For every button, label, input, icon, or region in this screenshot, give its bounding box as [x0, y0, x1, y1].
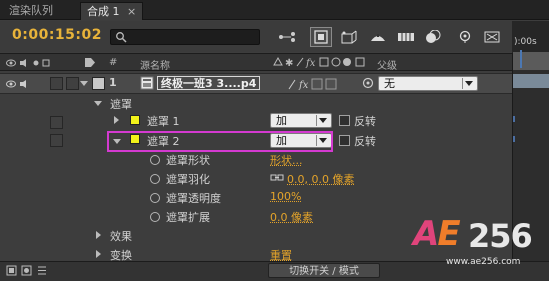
mask-1-mode-value: 加 [276, 114, 287, 127]
layer-expand-chevron-icon[interactable] [80, 81, 88, 86]
stopwatch-icon[interactable] [150, 174, 160, 184]
lock-switch[interactable] [66, 77, 79, 90]
stopwatch-icon[interactable] [150, 193, 160, 203]
work-area-bar[interactable] [513, 52, 549, 70]
keyframe-marker [513, 116, 515, 122]
column-hash: # [109, 57, 118, 68]
parent-dropdown[interactable]: 无 [378, 76, 478, 91]
transform-group-chevron-icon[interactable] [96, 250, 101, 258]
brainstorm-icon[interactable] [482, 27, 504, 47]
mask-shape-label: 遮罩形状 [166, 154, 210, 167]
effects-group-label[interactable]: 效果 [110, 228, 132, 244]
footage-file-icon [140, 76, 154, 90]
svg-text:✱: ✱ [285, 58, 293, 68]
mask-1-name[interactable]: 遮罩 1 [147, 113, 180, 129]
layer-switches-icons[interactable]: fx [285, 78, 353, 90]
search-icon [116, 32, 127, 43]
stopwatch-icon[interactable] [150, 155, 160, 165]
constrain-proportions-link-icon[interactable] [270, 173, 284, 183]
mask-1-expand-chevron-icon[interactable] [114, 116, 119, 124]
layer-visibility-icons[interactable] [6, 79, 32, 89]
watermark-url: www.ae256.com [446, 257, 521, 267]
mask-shape-value[interactable]: 形状... [270, 152, 303, 168]
time-ruler-label: ):00s [514, 37, 537, 47]
toggle-switches-modes-button[interactable]: 切换开关 / 模式 [268, 263, 380, 278]
parent-dropdown-value: 无 [384, 77, 395, 90]
mask-1-lock-box[interactable] [50, 116, 63, 129]
mask-2-selection-highlight [107, 131, 333, 152]
graph-editor-icon[interactable] [455, 27, 477, 47]
mask-feather-value[interactable]: 0.0, 0.0 像素 [287, 171, 354, 187]
bottom-panel-toggle-icons[interactable] [6, 264, 56, 277]
shy-layers-icon[interactable] [367, 27, 389, 47]
tab-render-queue-label: 渲染队列 [9, 4, 53, 17]
current-time-indicator[interactable] [520, 50, 522, 68]
effects-group-chevron-icon[interactable] [96, 231, 101, 239]
stopwatch-icon[interactable] [150, 212, 160, 222]
mask-2-inverted-label: 反转 [354, 135, 376, 148]
mask-1-inverted-label: 反转 [354, 115, 376, 128]
chevron-down-icon [319, 118, 327, 123]
comp-mini-flowchart-icon[interactable] [276, 27, 298, 47]
mask-2-lock-box[interactable] [50, 134, 63, 147]
mask-expansion-value[interactable]: 0.0 像素 [270, 209, 313, 225]
layer-label-color[interactable] [92, 77, 105, 90]
keyframe-marker [513, 136, 515, 142]
ae256-logo: AE [413, 214, 461, 254]
close-icon[interactable]: × [127, 5, 136, 18]
masks-group-chevron-icon[interactable] [94, 101, 102, 106]
mask-expansion-label: 遮罩扩展 [166, 211, 210, 224]
mask-2-inverted-checkbox[interactable] [339, 135, 350, 146]
layer-column-header [0, 53, 512, 71]
svg-text:fx: fx [305, 58, 316, 68]
frame-blending-icon[interactable] [395, 27, 417, 47]
chevron-down-icon [465, 81, 473, 86]
masks-group-label[interactable]: 遮罩 [110, 96, 132, 112]
ae256-logo-number: 256 [468, 217, 533, 255]
tab-composition-label: 合成 1 [87, 5, 120, 18]
mask-1-color-swatch[interactable] [130, 115, 140, 125]
column-source-name[interactable]: 源名称 [140, 57, 170, 72]
tab-composition-1[interactable]: 合成 1 × [80, 2, 144, 20]
search-input[interactable] [110, 29, 260, 45]
mask-1-mode-dropdown[interactable]: 加 [270, 113, 332, 128]
current-time-display[interactable]: 0:00:15:02 [12, 27, 102, 43]
av-switch-header-icons [6, 59, 50, 67]
layer-name[interactable]: 终极一班3 3....p4 [157, 76, 261, 90]
mask-1-inverted-checkbox[interactable] [339, 115, 350, 126]
motion-blur-icon[interactable] [422, 27, 444, 47]
mask-opacity-value[interactable]: 100% [270, 190, 301, 203]
tab-render-queue[interactable]: 渲染队列 [3, 2, 59, 20]
pick-whip-icon[interactable] [362, 77, 374, 89]
label-tag-icon [85, 58, 95, 67]
mask-feather-label: 遮罩羽化 [166, 173, 210, 186]
draft-3d-icon[interactable] [338, 27, 360, 47]
solo-switch[interactable] [50, 77, 63, 90]
mask-opacity-label: 遮罩透明度 [166, 192, 221, 205]
switches-header-icons: ✱ fx [273, 56, 365, 68]
layer-index: 1 [109, 76, 117, 89]
column-parent: 父级 [377, 61, 397, 72]
svg-text:fx: fx [298, 80, 309, 90]
live-update-icon[interactable] [310, 27, 332, 47]
layer-duration-bar[interactable] [513, 74, 549, 88]
